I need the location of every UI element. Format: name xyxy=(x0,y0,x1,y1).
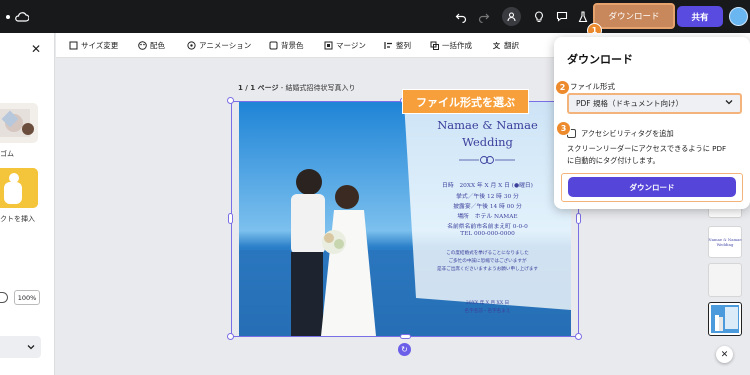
zoom-value: 100% xyxy=(17,293,37,302)
page-indicator: 1 / 1 ページ - 結婚式招待状写真入り xyxy=(238,83,355,93)
download-panel: ダウンロード ファイル形式 PDF 規格（ドキュメント向け） アクセシビリティタ… xyxy=(554,37,750,209)
close-icon[interactable]: ✕ xyxy=(31,42,41,56)
translate-label: 翻訳 xyxy=(504,41,519,50)
top-bar: ダウンロード 1 共有 xyxy=(0,0,750,38)
thumb-text: Wedding xyxy=(716,242,734,247)
margin-tool[interactable]: マージン xyxy=(324,33,366,58)
eraser-label: ゴム xyxy=(0,150,14,158)
resize-handle-left[interactable] xyxy=(228,213,233,224)
download-button-top[interactable]: ダウンロード xyxy=(593,3,675,29)
page-title: - 結婚式招待状写真入り xyxy=(278,84,356,92)
file-format-callout: ファイル形式を選ぶ xyxy=(402,89,529,114)
margin-icon xyxy=(324,41,333,50)
animation-icon xyxy=(187,41,196,50)
resize-label: サイズ変更 xyxy=(81,41,119,50)
align-icon xyxy=(384,41,393,50)
insert-effect-label: クトを挿入 xyxy=(0,215,35,223)
account-icon[interactable] xyxy=(502,7,521,26)
menu-icon[interactable] xyxy=(0,9,15,24)
left-side-panel: ✕ ゴム クトを挿入 100% xyxy=(0,33,55,375)
callout-text: ファイル形式を選ぶ xyxy=(416,95,515,109)
couple-names: Namae & Namae xyxy=(437,118,538,132)
venue-line: 場所 ホテル NAMAE xyxy=(457,214,518,220)
resize-handle-right[interactable] xyxy=(576,213,581,224)
eraser-tool-thumbnail[interactable] xyxy=(0,103,38,143)
margin-label: マージン xyxy=(336,41,366,50)
resize-handle-tl[interactable] xyxy=(227,97,234,104)
download-button-highlight: ダウンロード xyxy=(561,173,743,202)
animation-tool[interactable]: アニメーション xyxy=(187,33,251,58)
zoom-input[interactable]: 100% xyxy=(14,290,40,305)
palette-label: 配色 xyxy=(150,41,165,50)
undo-icon[interactable] xyxy=(453,9,468,24)
rotate-icon[interactable]: ↻ xyxy=(398,343,411,356)
zoom-slider-knob[interactable] xyxy=(0,292,8,303)
chevron-down-icon xyxy=(725,98,733,107)
rings-ornament-icon xyxy=(459,156,515,164)
download-button-label: ダウンロード xyxy=(629,182,675,192)
animation-label: アニメーション xyxy=(199,41,252,50)
download-button-top-label: ダウンロード xyxy=(608,12,660,22)
background-color-tool[interactable]: 背景色 xyxy=(269,33,304,58)
redo-icon[interactable] xyxy=(476,9,491,24)
flask-icon[interactable] xyxy=(575,9,590,24)
page-thumbnail[interactable] xyxy=(708,263,742,297)
panel-dropdown[interactable] xyxy=(0,336,41,358)
thumb-image xyxy=(711,305,739,333)
palette-tool[interactable]: 配色 xyxy=(138,33,165,58)
comment-icon[interactable] xyxy=(554,9,569,24)
close-icon[interactable]: ✕ xyxy=(716,346,733,363)
resize-handle-bl[interactable] xyxy=(227,333,234,340)
accessibility-desc-2: に自動的にタグ付けします。 xyxy=(567,156,660,165)
translate-icon: 文 xyxy=(493,41,500,50)
tel-line: TEL 000-000-0000 xyxy=(460,231,515,237)
share-button[interactable]: 共有 xyxy=(677,6,723,27)
note-line-2: ご多忙の中誠に恐縮ではございますが xyxy=(448,259,527,264)
square-icon xyxy=(269,41,278,50)
bulk-create-label: 一括作成 xyxy=(442,41,472,50)
note-line-3: 是非ご出席くださいますようお願い申し上げます xyxy=(436,267,539,272)
reception-line: 披露宴／午後 14 時 00 分 xyxy=(453,204,522,210)
background-color-label: 背景色 xyxy=(281,41,304,50)
resize-icon xyxy=(69,41,78,50)
app-root: ダウンロード 1 共有 ✕ ゴム クトを挿入 100% サイズ変更 配色 アニメ… xyxy=(0,0,750,375)
palette-icon xyxy=(138,41,147,50)
invitation-card[interactable]: Namae & Namae Wedding 日時 20XX 年 X 月 X 日 … xyxy=(404,102,571,336)
effect-tool-thumbnail[interactable] xyxy=(0,168,38,208)
page-thumbnail-active[interactable] xyxy=(708,302,742,336)
chevron-down-icon xyxy=(27,343,35,352)
share-button-label: 共有 xyxy=(691,12,709,23)
bulk-icon xyxy=(430,41,439,50)
sign-date: 20XX 年 X 月 XX 日 xyxy=(465,301,510,306)
date-line: 日時 20XX 年 X 月 X 日 (●曜日) xyxy=(442,183,533,189)
bulk-create-tool[interactable]: 一括作成 xyxy=(430,33,472,58)
wedding-title: Wedding xyxy=(462,135,513,149)
sign-names: 名字名前・名字名まえ xyxy=(464,309,511,314)
page-number: 1 / 1 ページ xyxy=(238,84,279,92)
download-panel-title: ダウンロード xyxy=(567,53,633,66)
file-type-select[interactable]: PDF 規格（ドキュメント向け） xyxy=(567,93,742,114)
align-tool[interactable]: 整列 xyxy=(384,33,411,58)
resize-handle-br[interactable] xyxy=(575,333,582,340)
cloud-icon[interactable] xyxy=(14,9,29,24)
translate-tool[interactable]: 文 翻訳 xyxy=(492,33,519,58)
avatar[interactable] xyxy=(729,7,748,26)
page-thumbnail[interactable]: Namae & Namae Wedding xyxy=(708,226,742,258)
resize-handle-bottom[interactable] xyxy=(400,334,411,339)
note-line-1: この度結婚式を挙げることになりました xyxy=(446,251,529,256)
resize-tool[interactable]: サイズ変更 xyxy=(69,33,118,58)
align-label: 整列 xyxy=(396,41,411,50)
download-button[interactable]: ダウンロード xyxy=(568,177,736,197)
accessibility-desc-1: スクリーンリーダーにアクセスできるように PDF xyxy=(567,144,727,153)
lightbulb-icon[interactable] xyxy=(531,9,546,24)
address-line: 名前県名前市名前まえ町 0-0-0 xyxy=(447,224,528,230)
file-type-label: ファイル形式 xyxy=(570,82,615,91)
ceremony-line: 挙式／午後 12 時 30 分 xyxy=(456,194,519,200)
step-badge-3: 3 xyxy=(556,121,571,136)
design-canvas[interactable]: Namae & Namae Wedding 日時 20XX 年 X 月 X 日 … xyxy=(239,102,571,336)
step-badge-2: 2 xyxy=(555,80,570,95)
file-type-value: PDF 規格（ドキュメント向け） xyxy=(576,99,683,108)
accessibility-label: アクセシビリティタグを追加 xyxy=(581,129,674,138)
